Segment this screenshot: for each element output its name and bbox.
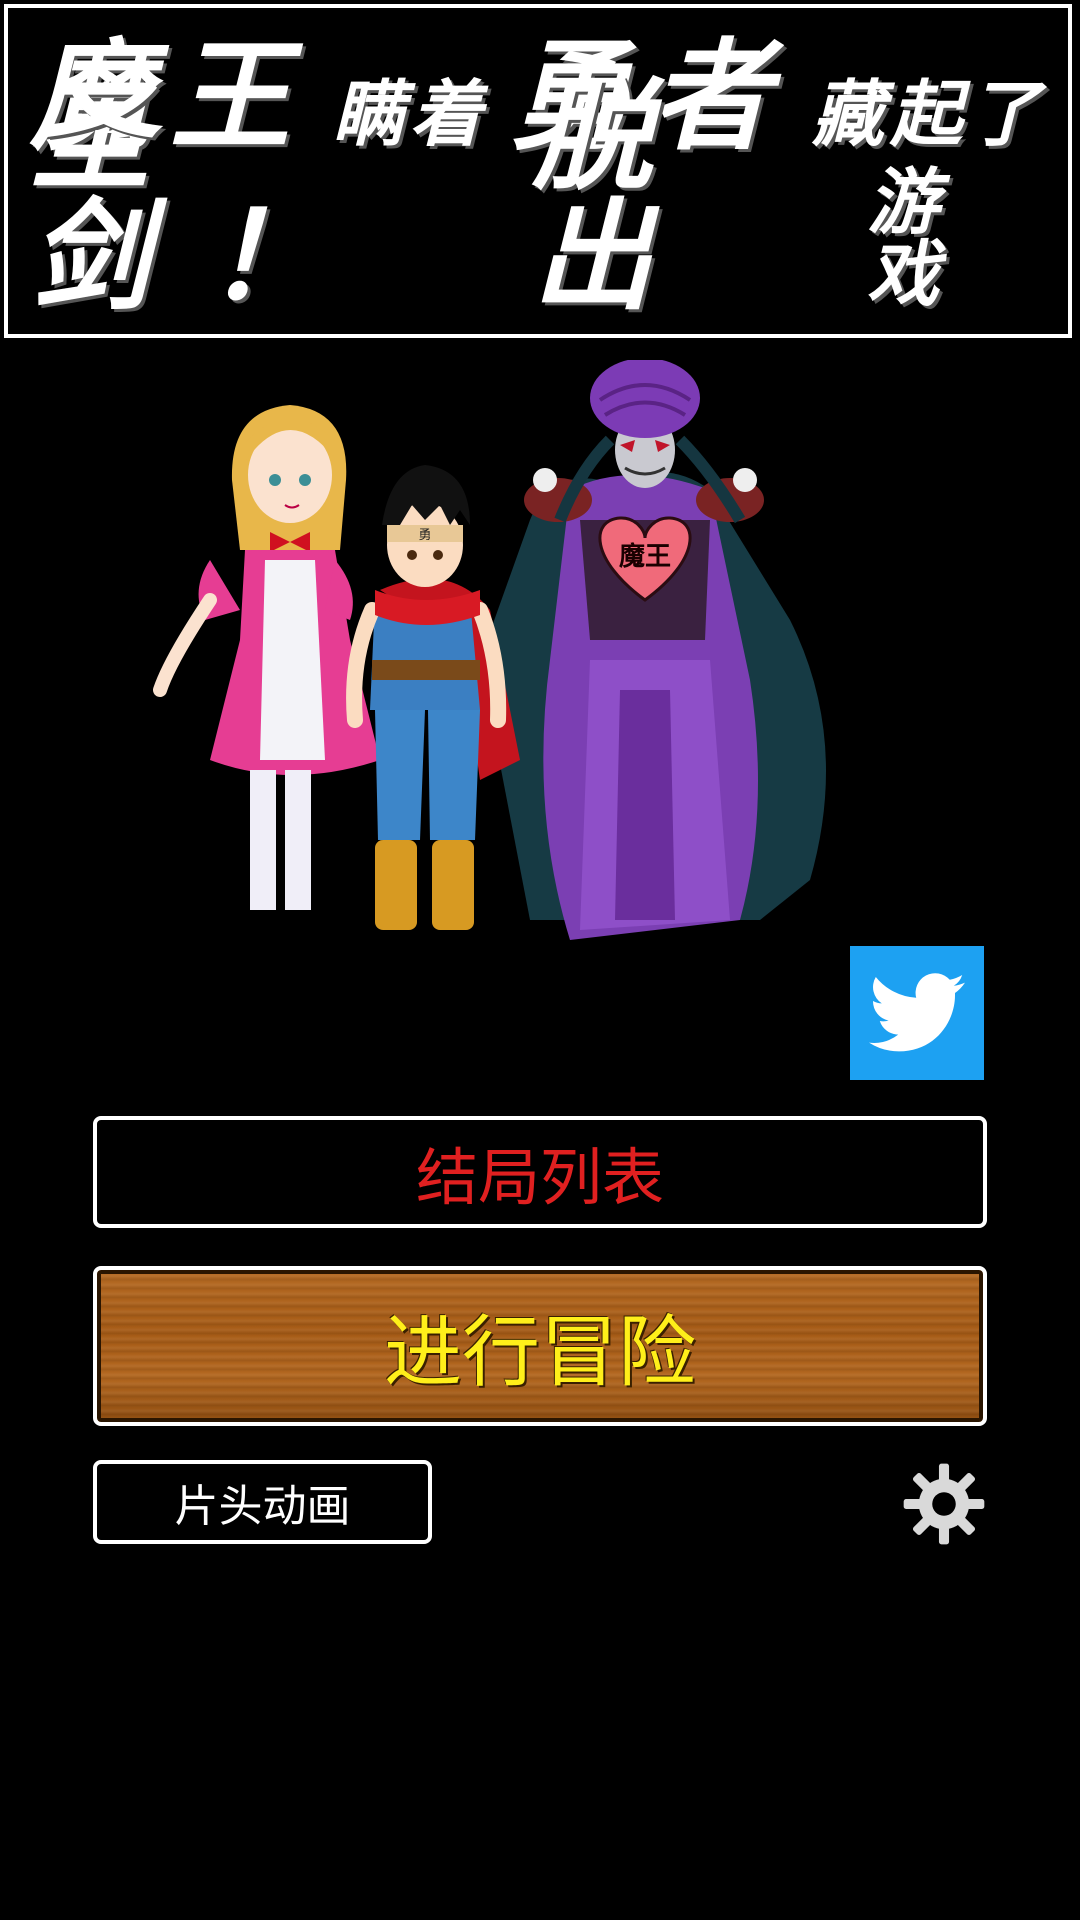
twitter-bird-icon — [869, 973, 965, 1052]
hero-headband-text: 勇 — [418, 528, 431, 543]
twitter-share-button[interactable] — [850, 946, 984, 1080]
endings-list-label: 结局列表 — [415, 1141, 664, 1214]
title-segment: 脱出 — [532, 68, 709, 327]
gear-icon — [903, 1463, 985, 1545]
game-title-banner: 魔王 瞒着 勇者 藏起了 圣剑！ 脱出 游戏 — [4, 4, 1072, 338]
demon-lord-figure: 魔王 — [480, 360, 826, 940]
title-screen: 魔王 瞒着 勇者 藏起了 圣剑！ 脱出 游戏 魔王 勇 结局列表 进行冒险 片头… — [0, 0, 1080, 1920]
princess-figure — [153, 405, 380, 910]
demon-chest-text: 魔王 — [619, 542, 671, 572]
start-adventure-button[interactable]: 进行冒险 — [93, 1266, 987, 1426]
title-segment: 游戏 — [867, 160, 962, 316]
hero-figure: 勇 — [346, 465, 520, 930]
title-line-2: 圣剑！ 脱出 游戏 — [8, 78, 1068, 318]
title-segment: 圣剑！ — [30, 68, 382, 327]
opening-animation-button[interactable]: 片头动画 — [93, 1460, 432, 1544]
opening-animation-label: 片头动画 — [174, 1481, 351, 1532]
endings-list-button[interactable]: 结局列表 — [93, 1116, 987, 1228]
start-adventure-label: 进行冒险 — [383, 1308, 696, 1398]
settings-button[interactable] — [900, 1460, 988, 1548]
characters-illustration: 魔王 勇 — [153, 360, 826, 940]
